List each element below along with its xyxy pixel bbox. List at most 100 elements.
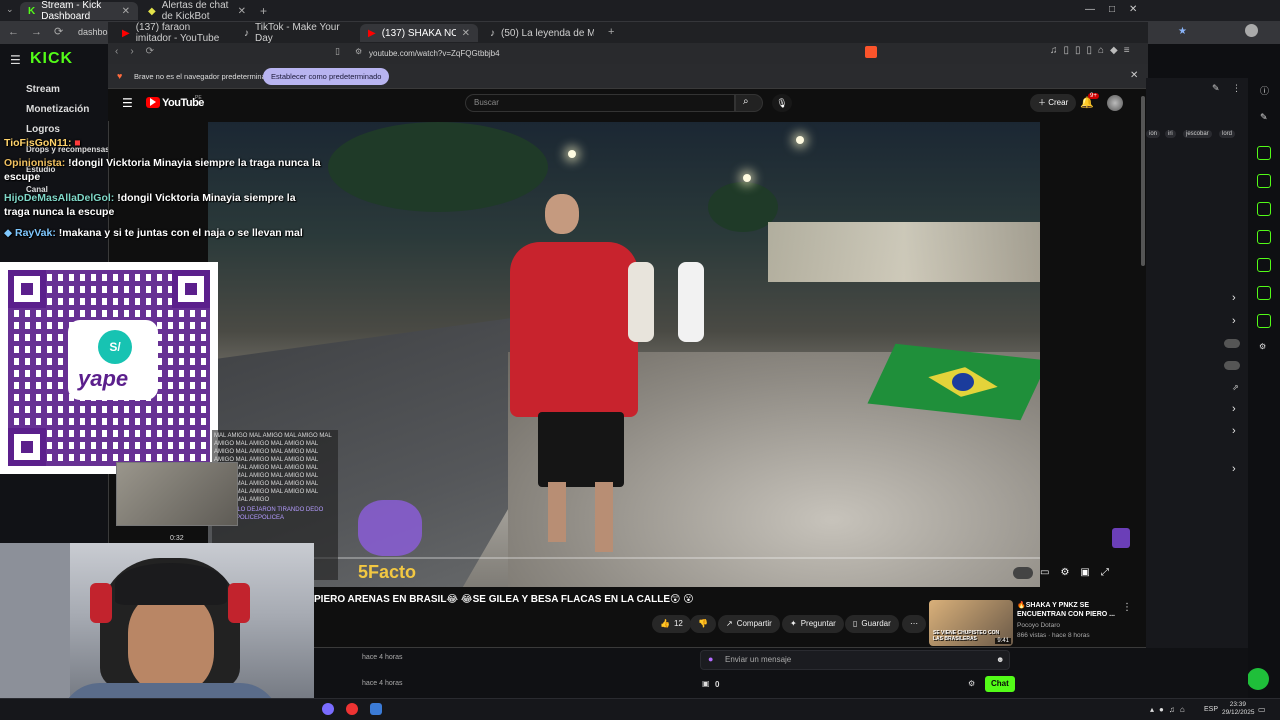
market-stalls xyxy=(768,222,1040,282)
brave-shield-icon[interactable] xyxy=(865,46,877,58)
bookmark-icon[interactable]: ▯ xyxy=(335,46,340,57)
new-tab-button[interactable]: + xyxy=(260,4,267,18)
sparkle-icon: ✦ xyxy=(790,619,797,628)
gift-icon: ▣ xyxy=(702,679,710,688)
close-icon[interactable]: ✕ xyxy=(122,6,130,17)
like-button[interactable]: 👍 12 xyxy=(652,615,691,633)
create-button[interactable]: ＋ Crear xyxy=(1030,94,1077,112)
hamburger-menu-icon[interactable]: ☰ xyxy=(122,96,133,110)
hamburger-menu-icon[interactable]: ☰ xyxy=(10,53,21,67)
tab-kick-dashboard[interactable]: K Stream - Kick Dashboard ✕ xyxy=(20,0,138,22)
search-input[interactable]: Buscar xyxy=(465,94,735,112)
url-input[interactable]: youtube.com/watch?v=ZqFQGtbbjb4 xyxy=(369,46,909,61)
overlay-chat-message: HijoDeMasAllaDelGol: !dongil Vicktoria M… xyxy=(4,191,314,219)
recommended-title[interactable]: 🔥SHAKA Y PNKZ SE ENCUENTRAN CON PIERO ..… xyxy=(1017,601,1121,619)
taskbar-app-icon[interactable] xyxy=(346,703,358,715)
system-tray-icons[interactable]: ▴●♫⌂ xyxy=(1150,705,1190,714)
kick-logo[interactable]: KICK xyxy=(30,50,73,68)
chevron-right-icon[interactable]: › xyxy=(1232,463,1236,475)
close-icon[interactable]: ✕ xyxy=(462,28,470,39)
rail-button[interactable] xyxy=(1257,146,1271,160)
like-count: 12 xyxy=(673,619,683,628)
more-options-icon[interactable]: ⋮ xyxy=(1232,83,1241,94)
background-pedestrian xyxy=(678,262,704,342)
chevron-right-icon[interactable]: › xyxy=(1232,425,1236,437)
street-lamp xyxy=(568,150,576,158)
settings-icon[interactable]: ⚙ xyxy=(1259,342,1266,351)
chat-message-input[interactable]: Enviar un mensaje xyxy=(700,650,1010,670)
set-default-button[interactable]: Establecer como predeterminado xyxy=(263,68,390,85)
more-actions-button[interactable]: ⋯ xyxy=(902,615,926,633)
language-indicator[interactable]: ESP xyxy=(1204,706,1218,713)
chevron-right-icon[interactable]: › xyxy=(1232,315,1236,327)
emoji-icon[interactable]: ☻ xyxy=(996,655,1004,664)
sidebar-item-stream[interactable]: Stream xyxy=(26,84,60,95)
channel-branding-icon[interactable] xyxy=(1112,528,1130,548)
tab-kickbot-alerts[interactable]: ◆ Alertas de chat de KickBot ✕ xyxy=(140,0,254,22)
send-chat-button[interactable]: Chat xyxy=(985,676,1015,692)
tab-tiktok[interactable]: ♪ TikTok - Make Your Day xyxy=(236,22,360,44)
chevron-right-icon[interactable]: › xyxy=(1232,292,1236,304)
recommended-channel[interactable]: Pocoyo Dotaro xyxy=(1017,622,1060,629)
support-chat-icon[interactable] xyxy=(1247,668,1269,690)
streamer-cap xyxy=(115,563,227,605)
window-controls[interactable]: —□✕ xyxy=(1085,4,1151,15)
chevron-right-icon[interactable]: › xyxy=(1232,403,1236,415)
notification-icon[interactable]: ▭ xyxy=(1258,705,1266,714)
tab-search-chevron-icon[interactable]: ⌄ xyxy=(6,4,14,15)
more-options-icon[interactable]: ⋮ xyxy=(1122,602,1132,613)
chip[interactable]: lord xyxy=(1219,130,1236,138)
microphone-icon[interactable]: 🎙 xyxy=(772,94,792,112)
qr-finder xyxy=(172,270,210,308)
dislike-button[interactable]: 👎 xyxy=(690,615,716,633)
recommended-thumbnail[interactable]: SE VIENE CHUPISTEO CON LAS BRASILERAS 9:… xyxy=(929,600,1013,646)
close-icon[interactable]: ✕ xyxy=(238,6,246,17)
back-nav-icons[interactable]: ←→⟳ xyxy=(8,25,75,38)
tab-shaka-video[interactable]: ▶ (137) SHAKA NO PUEDE C ✕ xyxy=(360,24,478,42)
browser-extension-icons[interactable]: ♫▯▯▯⌂◆≡ xyxy=(1050,45,1136,56)
autoplay-toggle[interactable] xyxy=(1013,567,1033,579)
mini-video-preview[interactable] xyxy=(116,462,238,526)
avatar[interactable] xyxy=(1107,95,1123,111)
chip[interactable]: jescobar xyxy=(1183,130,1212,138)
chip[interactable]: ion xyxy=(1146,130,1161,138)
tab-label: (137) SHAKA NO PUEDE C xyxy=(381,27,456,39)
save-button[interactable]: ▯ Guardar xyxy=(845,615,899,633)
ask-button[interactable]: ✦ Preguntar xyxy=(782,615,844,633)
site-info-icon[interactable]: ⚙ xyxy=(355,47,362,56)
toggle-switch[interactable] xyxy=(1224,339,1240,348)
rail-button[interactable] xyxy=(1257,286,1271,300)
close-infobar-icon[interactable]: ✕ xyxy=(1130,70,1138,81)
settings-icon[interactable]: ⚙ xyxy=(968,679,975,688)
share-button[interactable]: ↗ Compartir xyxy=(718,615,780,633)
tab-faraon-youtube[interactable]: ▶ (137) faraon imitador - YouTube xyxy=(114,22,234,44)
edit-icon[interactable]: ✎ xyxy=(1260,112,1268,123)
rail-button[interactable] xyxy=(1257,230,1271,244)
front-nav-icons[interactable]: ‹›⟳ xyxy=(115,46,166,57)
sidebar-item-monetizacion[interactable]: Monetización xyxy=(26,104,89,115)
profile-avatar[interactable] xyxy=(1245,24,1258,37)
microphone-icon[interactable]: ● xyxy=(708,654,713,664)
search-button[interactable] xyxy=(735,94,763,112)
new-tab-button[interactable]: + xyxy=(608,26,614,38)
player-controls[interactable]: ▭⚙▣⤢ xyxy=(1040,567,1120,578)
share-icon: ↗ xyxy=(726,619,733,628)
sidebar-item-logros[interactable]: Logros xyxy=(26,124,60,135)
info-icon[interactable]: ⓘ xyxy=(1260,84,1269,97)
rail-button[interactable] xyxy=(1257,314,1271,328)
chip[interactable]: iri xyxy=(1165,130,1176,138)
tab-leyenda-maria[interactable]: ♪ (50) La leyenda de Maria y el Rey de xyxy=(482,24,602,42)
tab-label: Stream - Kick Dashboard xyxy=(41,0,102,22)
external-link-icon[interactable]: ⇗ xyxy=(1232,383,1239,392)
rail-button[interactable] xyxy=(1257,174,1271,188)
bookmark-star-icon[interactable]: ★ xyxy=(1178,26,1187,37)
rail-button[interactable] xyxy=(1257,202,1271,216)
edit-icon[interactable]: ✎ xyxy=(1212,83,1220,94)
scrollbar[interactable] xyxy=(1141,96,1145,266)
toggle-switch[interactable] xyxy=(1224,361,1240,370)
taskbar-app-icon[interactable] xyxy=(370,703,382,715)
rail-button[interactable] xyxy=(1257,258,1271,272)
taskbar-app-icon[interactable] xyxy=(322,703,334,715)
clock[interactable]: 23:39 29/12/2025 xyxy=(1222,701,1255,717)
youtube-tab-icon: ▶ xyxy=(122,27,130,39)
